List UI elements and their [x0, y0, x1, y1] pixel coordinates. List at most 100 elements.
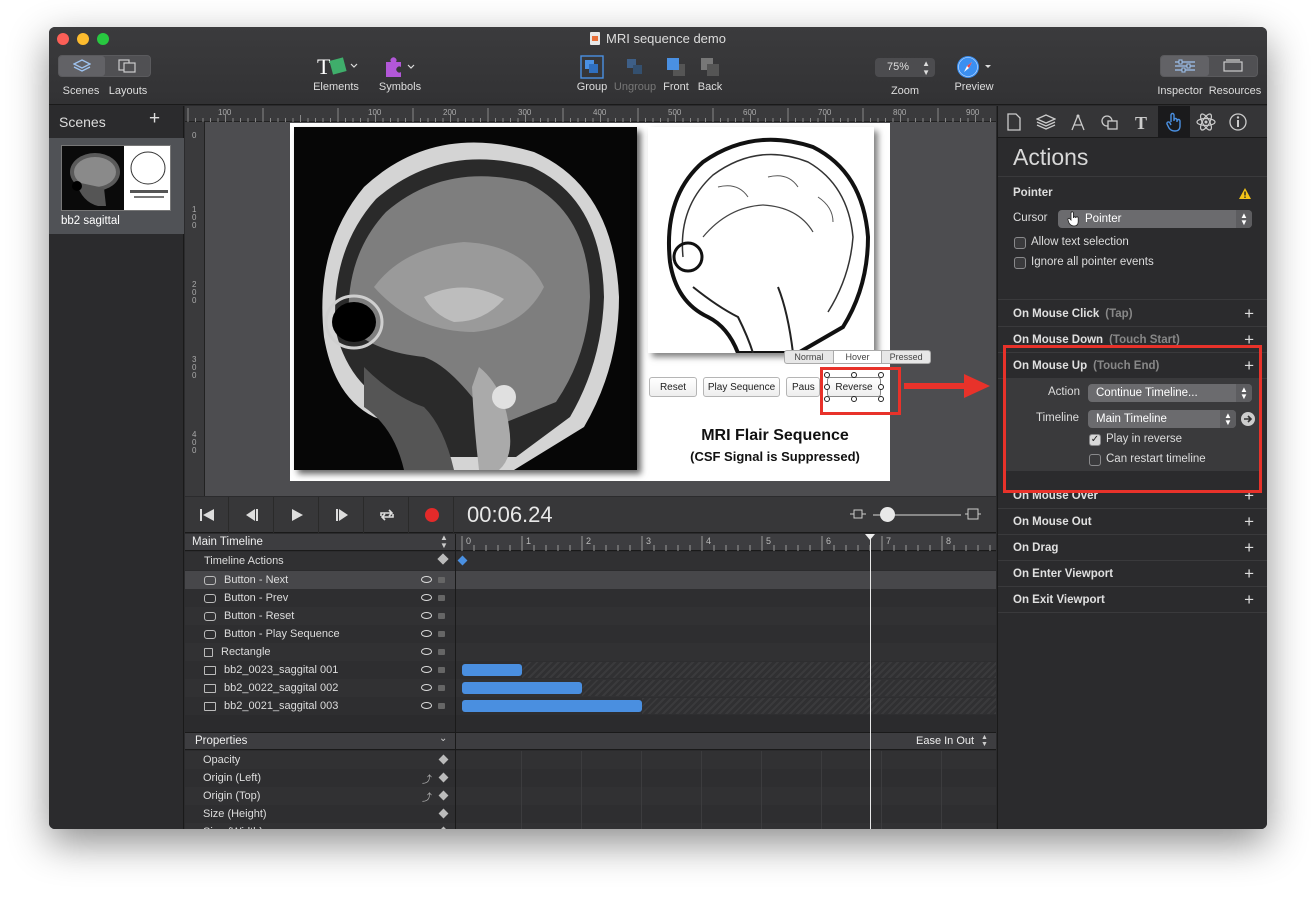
on-enter-viewport-event[interactable]: On Enter Viewport + — [998, 561, 1267, 587]
add-action-button[interactable]: + — [1244, 590, 1254, 610]
resources-toggle[interactable] — [1209, 56, 1257, 76]
resources-icon — [1223, 59, 1243, 72]
play-sequence-button[interactable]: Play Sequence — [703, 377, 780, 397]
preview-button[interactable]: Preview — [949, 53, 999, 93]
scene-inspector-tab[interactable] — [1030, 106, 1062, 138]
mri-image[interactable] — [294, 127, 637, 470]
physics-inspector-tab[interactable] — [1190, 106, 1222, 138]
lock-icon[interactable] — [438, 631, 445, 637]
lock-icon[interactable] — [438, 649, 445, 655]
scene-item[interactable]: bb2 sagittal — [49, 138, 184, 234]
lock-icon[interactable] — [438, 577, 445, 583]
keyframe-add-icon[interactable] — [438, 826, 449, 829]
zoom-field[interactable]: 75% ▲ ▼ — [875, 58, 935, 77]
property-name: Size (Width) — [203, 826, 263, 829]
layer-row[interactable]: Button - Play Sequence — [185, 625, 996, 643]
on-drag-event[interactable]: On Drag + — [998, 535, 1267, 561]
info-icon — [1229, 113, 1247, 131]
eye-icon[interactable] — [421, 684, 432, 691]
layouts-toggle[interactable] — [105, 56, 151, 76]
keyframe-add-icon[interactable] — [438, 808, 449, 819]
add-scene-button[interactable]: + — [149, 108, 160, 130]
property-row[interactable]: Origin (Left) ⤴ — [185, 769, 996, 787]
layer-row[interactable]: Button - Next — [185, 571, 996, 589]
property-row[interactable]: Size (Width) — [185, 823, 996, 829]
eye-icon[interactable] — [421, 702, 432, 709]
symbols-button[interactable]: Symbols — [375, 53, 425, 93]
canvas-title: MRI Flair Sequence — [701, 427, 849, 444]
on-mouse-out-event[interactable]: On Mouse Out + — [998, 509, 1267, 535]
ungroup-button[interactable]: Ungroup — [611, 53, 659, 93]
inspector-resources-toggle[interactable] — [1160, 55, 1258, 77]
playhead[interactable] — [870, 534, 871, 829]
curve-icon[interactable]: ⤴ — [422, 789, 432, 804]
layer-row[interactable]: Button - Prev — [185, 589, 996, 607]
on-mouse-click-event[interactable]: On Mouse Click (Tap) + — [998, 301, 1267, 327]
eye-icon[interactable] — [421, 666, 432, 673]
stepper-icon[interactable]: ▲ ▼ — [981, 734, 988, 748]
cursor-select[interactable]: Pointer ▲ ▼ — [1058, 210, 1252, 228]
eye-icon[interactable] — [421, 630, 432, 637]
reset-button[interactable]: Reset — [649, 377, 697, 397]
add-action-button[interactable]: + — [1244, 564, 1254, 584]
button-state-selector[interactable]: Normal Hover Pressed — [784, 350, 931, 364]
eye-icon[interactable] — [421, 612, 432, 619]
chevron-down-icon[interactable]: ⌄ — [439, 733, 447, 744]
scenes-toggle[interactable] — [59, 56, 105, 76]
front-button[interactable]: Front — [660, 53, 692, 93]
inspector-toggle[interactable] — [1161, 56, 1209, 76]
metrics-inspector-tab[interactable] — [1062, 106, 1094, 138]
keyframe-add-icon[interactable] — [438, 772, 449, 783]
scenes-layouts-toggle[interactable] — [58, 55, 151, 77]
lock-icon[interactable] — [438, 685, 445, 691]
lock-icon[interactable] — [438, 703, 445, 709]
lock-icon[interactable] — [438, 667, 445, 673]
ignore-events-label: Ignore all pointer events — [1031, 256, 1154, 268]
typography-inspector-tab[interactable]: T — [1126, 106, 1158, 138]
property-name: Origin (Top) — [203, 790, 261, 802]
playhead-handle[interactable] — [865, 534, 875, 540]
document-inspector-tab[interactable] — [998, 106, 1030, 138]
layer-row[interactable]: Button - Reset — [185, 607, 996, 625]
eye-icon[interactable] — [421, 648, 432, 655]
lock-icon[interactable] — [438, 595, 445, 601]
actions-inspector-tab[interactable] — [1158, 106, 1190, 138]
mri-edge-image[interactable] — [648, 127, 874, 355]
keyframe-add-icon[interactable] — [438, 790, 449, 801]
eye-icon[interactable] — [421, 594, 432, 601]
identity-inspector-tab[interactable] — [1222, 106, 1254, 138]
add-action-button[interactable]: + — [1244, 538, 1254, 558]
zoom-value: 75% — [887, 61, 910, 73]
add-action-button[interactable]: + — [1244, 512, 1254, 532]
ungroup-label: Ungroup — [613, 81, 657, 93]
property-row[interactable]: Origin (Top) ⤴ — [185, 787, 996, 805]
easing-selector[interactable]: Ease In Out — [916, 735, 974, 747]
animation-bar[interactable] — [462, 664, 522, 676]
keyframe-add-icon[interactable] — [438, 754, 449, 765]
state-normal[interactable]: Normal — [785, 351, 833, 363]
group-button[interactable]: Group — [575, 53, 609, 93]
animation-bar[interactable] — [462, 682, 582, 694]
state-pressed[interactable]: Pressed — [882, 351, 930, 363]
back-button[interactable]: Back — [694, 53, 726, 93]
elements-button[interactable]: T Elements — [311, 53, 361, 93]
ignore-events-checkbox[interactable] — [1014, 257, 1026, 269]
scene-canvas[interactable]: Normal Hover Pressed Reset Play Sequence… — [290, 123, 931, 481]
on-exit-viewport-event[interactable]: On Exit Viewport + — [998, 587, 1267, 613]
state-hover[interactable]: Hover — [832, 351, 883, 363]
layer-row[interactable]: bb2_0022_saggital 002 — [185, 679, 996, 697]
allow-text-checkbox[interactable] — [1014, 237, 1026, 249]
pause-button[interactable]: Paus — [786, 377, 820, 397]
curve-icon[interactable]: ⤴ — [422, 771, 432, 786]
add-action-button[interactable]: + — [1244, 304, 1254, 324]
element-inspector-tab[interactable] — [1094, 106, 1126, 138]
layer-row[interactable]: bb2_0021_saggital 003 — [185, 697, 996, 715]
warning-icon[interactable] — [1238, 187, 1252, 200]
animation-bar[interactable] — [462, 700, 642, 712]
layer-row[interactable]: Rectangle — [185, 643, 996, 661]
layer-row[interactable]: bb2_0023_saggital 001 — [185, 661, 996, 679]
property-row[interactable]: Opacity — [185, 751, 996, 769]
eye-icon[interactable] — [421, 576, 432, 583]
lock-icon[interactable] — [438, 613, 445, 619]
property-row[interactable]: Size (Height) — [185, 805, 996, 823]
